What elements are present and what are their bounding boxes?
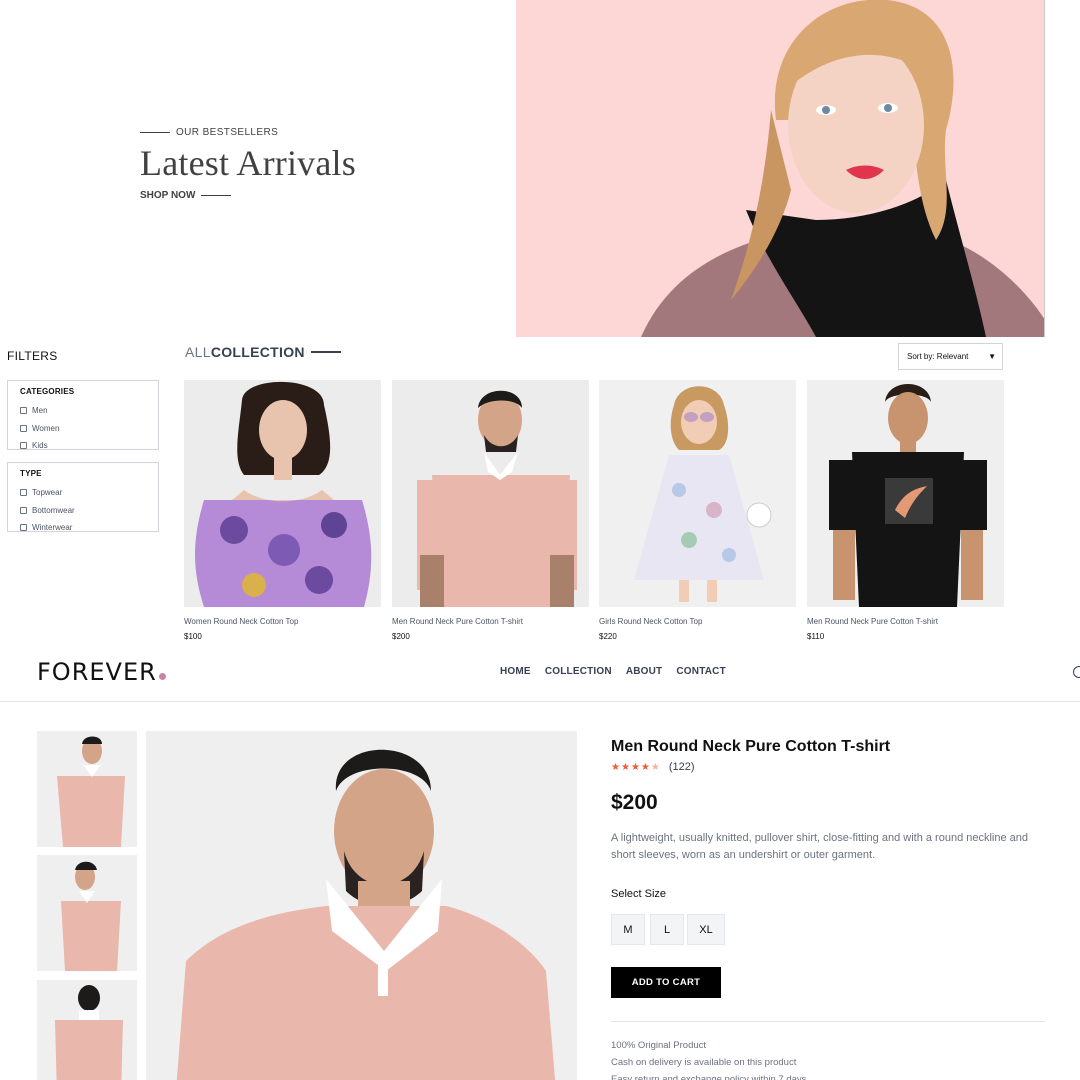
product-card[interactable]: Women Round Neck Cotton Top $100 bbox=[184, 380, 381, 641]
product-description: A lightweight, usually knitted, pullover… bbox=[611, 832, 1029, 861]
shop-now-link[interactable]: SHOP NOW bbox=[140, 190, 356, 201]
filter-option-winterwear[interactable]: Winterwear bbox=[20, 519, 146, 537]
nav-link-collection[interactable]: COLLECTION bbox=[545, 666, 612, 677]
star-icon: ★ bbox=[640, 761, 650, 773]
review-count: (122) bbox=[668, 761, 695, 773]
product-name[interactable]: Women Round Neck Cotton Top bbox=[184, 617, 381, 626]
add-to-cart-button[interactable]: ADD TO CART bbox=[611, 967, 721, 998]
filter-option-label: Kids bbox=[32, 441, 48, 451]
logo-dot bbox=[158, 673, 166, 680]
filter-option-men[interactable]: Men bbox=[20, 402, 146, 420]
collection-title-part2: COLLECTION bbox=[210, 344, 305, 360]
sort-dropdown[interactable]: Sort by: Relevant ▼ bbox=[898, 343, 1003, 370]
hero-eyebrow-label: OUR BESTSELLERS bbox=[176, 127, 279, 138]
sort-value: Sort by: Relevant bbox=[907, 352, 969, 361]
filter-option-kids[interactable]: Kids bbox=[20, 437, 146, 455]
thumbnail-photo bbox=[37, 731, 137, 847]
star-icon: ★ bbox=[630, 761, 640, 773]
nav-link-home[interactable]: HOME bbox=[500, 666, 531, 677]
product-main-image bbox=[146, 731, 577, 1080]
search-icon[interactable] bbox=[1073, 666, 1080, 678]
filters-title[interactable]: FILTERS bbox=[7, 349, 58, 363]
star-icon: ★ bbox=[611, 761, 620, 773]
product-price: $100 bbox=[184, 632, 202, 641]
policy-item: Cash on delivery is available on this pr… bbox=[611, 1057, 797, 1068]
product-price: $110 bbox=[807, 632, 825, 641]
product-image[interactable] bbox=[392, 380, 589, 607]
eyebrow-line bbox=[140, 132, 170, 133]
size-button-m[interactable]: M bbox=[611, 914, 645, 945]
thumbnail-photo bbox=[37, 855, 137, 971]
shop-now-label: SHOP NOW bbox=[140, 190, 196, 201]
product-thumbnail[interactable] bbox=[37, 855, 137, 971]
product-photo bbox=[392, 380, 589, 607]
product-photo bbox=[184, 380, 381, 607]
logo-text: FOREVER bbox=[37, 658, 157, 686]
checkbox[interactable] bbox=[20, 489, 27, 497]
filter-option-label: Bottomwear bbox=[32, 505, 75, 515]
filter-option-bottomwear[interactable]: Bottomwear bbox=[20, 502, 146, 520]
title-line bbox=[310, 351, 341, 353]
filter-option-label: Topwear bbox=[32, 488, 63, 498]
navbar: FOREVER HOME COLLECTION ABOUT CONTACT bbox=[0, 642, 1080, 702]
collection-title: ALLCOLLECTION bbox=[185, 344, 341, 360]
nav-link-contact[interactable]: CONTACT bbox=[676, 666, 726, 677]
product-title: Men Round Neck Pure Cotton T-shirt bbox=[611, 738, 891, 755]
chevron-down-icon: ▼ bbox=[988, 352, 996, 361]
product-thumbnail[interactable] bbox=[37, 980, 137, 1080]
star-icon: ★ bbox=[620, 761, 630, 773]
checkbox[interactable] bbox=[20, 506, 27, 514]
filter-option-label: Women bbox=[32, 423, 60, 433]
product-price: $200 bbox=[611, 791, 658, 814]
product-rating: ★ ★ ★ ★ ★ (122) bbox=[611, 761, 695, 773]
main-product-photo bbox=[146, 731, 577, 1080]
checkbox[interactable] bbox=[20, 442, 27, 450]
product-photo bbox=[807, 380, 1004, 607]
product-name[interactable]: Girls Round Neck Cotton Top bbox=[599, 617, 796, 626]
categories-heading: CATEGORIES bbox=[20, 387, 75, 396]
product-thumbnail[interactable] bbox=[37, 731, 137, 847]
logo[interactable]: FOREVER bbox=[37, 658, 166, 686]
size-button-l[interactable]: L bbox=[650, 914, 684, 945]
hero-title: Latest Arrivals bbox=[140, 143, 356, 183]
policy-item: Easy return and exchange policy within 7… bbox=[611, 1074, 810, 1080]
type-filter: TYPE Topwear Bottomwear Winterwear bbox=[7, 462, 159, 532]
product-image[interactable] bbox=[807, 380, 1004, 607]
product-name[interactable]: Men Round Neck Pure Cotton T-shirt bbox=[807, 617, 1004, 626]
filter-option-topwear[interactable]: Topwear bbox=[20, 484, 146, 502]
product-name[interactable]: Men Round Neck Pure Cotton T-shirt bbox=[392, 617, 589, 626]
policy-list: 100% Original Product Cash on delivery i… bbox=[611, 1037, 809, 1080]
product-photo bbox=[599, 380, 796, 607]
filter-option-label: Men bbox=[32, 406, 48, 416]
filter-option-label: Winterwear bbox=[32, 523, 73, 533]
select-size-label: Select Size bbox=[611, 888, 667, 900]
hero-text-panel: OUR BESTSELLERS Latest Arrivals SHOP NOW bbox=[0, 0, 516, 337]
product-image[interactable] bbox=[599, 380, 796, 607]
size-button-xl[interactable]: XL bbox=[687, 914, 725, 945]
nav-link-about[interactable]: ABOUT bbox=[626, 666, 663, 677]
hero-model-illustration bbox=[641, 0, 1044, 337]
product-card[interactable]: Men Round Neck Pure Cotton T-shirt $200 bbox=[392, 380, 589, 641]
checkbox[interactable] bbox=[20, 424, 27, 432]
type-heading: TYPE bbox=[20, 469, 42, 478]
hero-eyebrow: OUR BESTSELLERS bbox=[140, 127, 356, 138]
checkbox[interactable] bbox=[20, 524, 27, 532]
filter-option-women[interactable]: Women bbox=[20, 420, 146, 438]
product-price: $200 bbox=[392, 632, 410, 641]
star-empty-icon: ★ bbox=[650, 761, 660, 773]
checkbox[interactable] bbox=[20, 407, 27, 415]
product-card[interactable]: Girls Round Neck Cotton Top $220 bbox=[599, 380, 796, 641]
categories-filter: CATEGORIES Men Women Kids bbox=[7, 380, 159, 450]
hero-text: OUR BESTSELLERS Latest Arrivals SHOP NOW bbox=[140, 127, 356, 201]
policy-item: 100% Original Product bbox=[611, 1040, 707, 1051]
shop-now-line bbox=[201, 195, 232, 196]
thumbnail-photo bbox=[37, 980, 137, 1080]
product-image[interactable] bbox=[184, 380, 381, 607]
product-price: $220 bbox=[599, 632, 617, 641]
product-card[interactable]: Men Round Neck Pure Cotton T-shirt $110 bbox=[807, 380, 1004, 641]
hero-image bbox=[516, 0, 1045, 337]
collection-title-part1: ALL bbox=[185, 344, 211, 360]
nav-links: HOME COLLECTION ABOUT CONTACT bbox=[500, 666, 726, 677]
divider bbox=[611, 1021, 1045, 1022]
